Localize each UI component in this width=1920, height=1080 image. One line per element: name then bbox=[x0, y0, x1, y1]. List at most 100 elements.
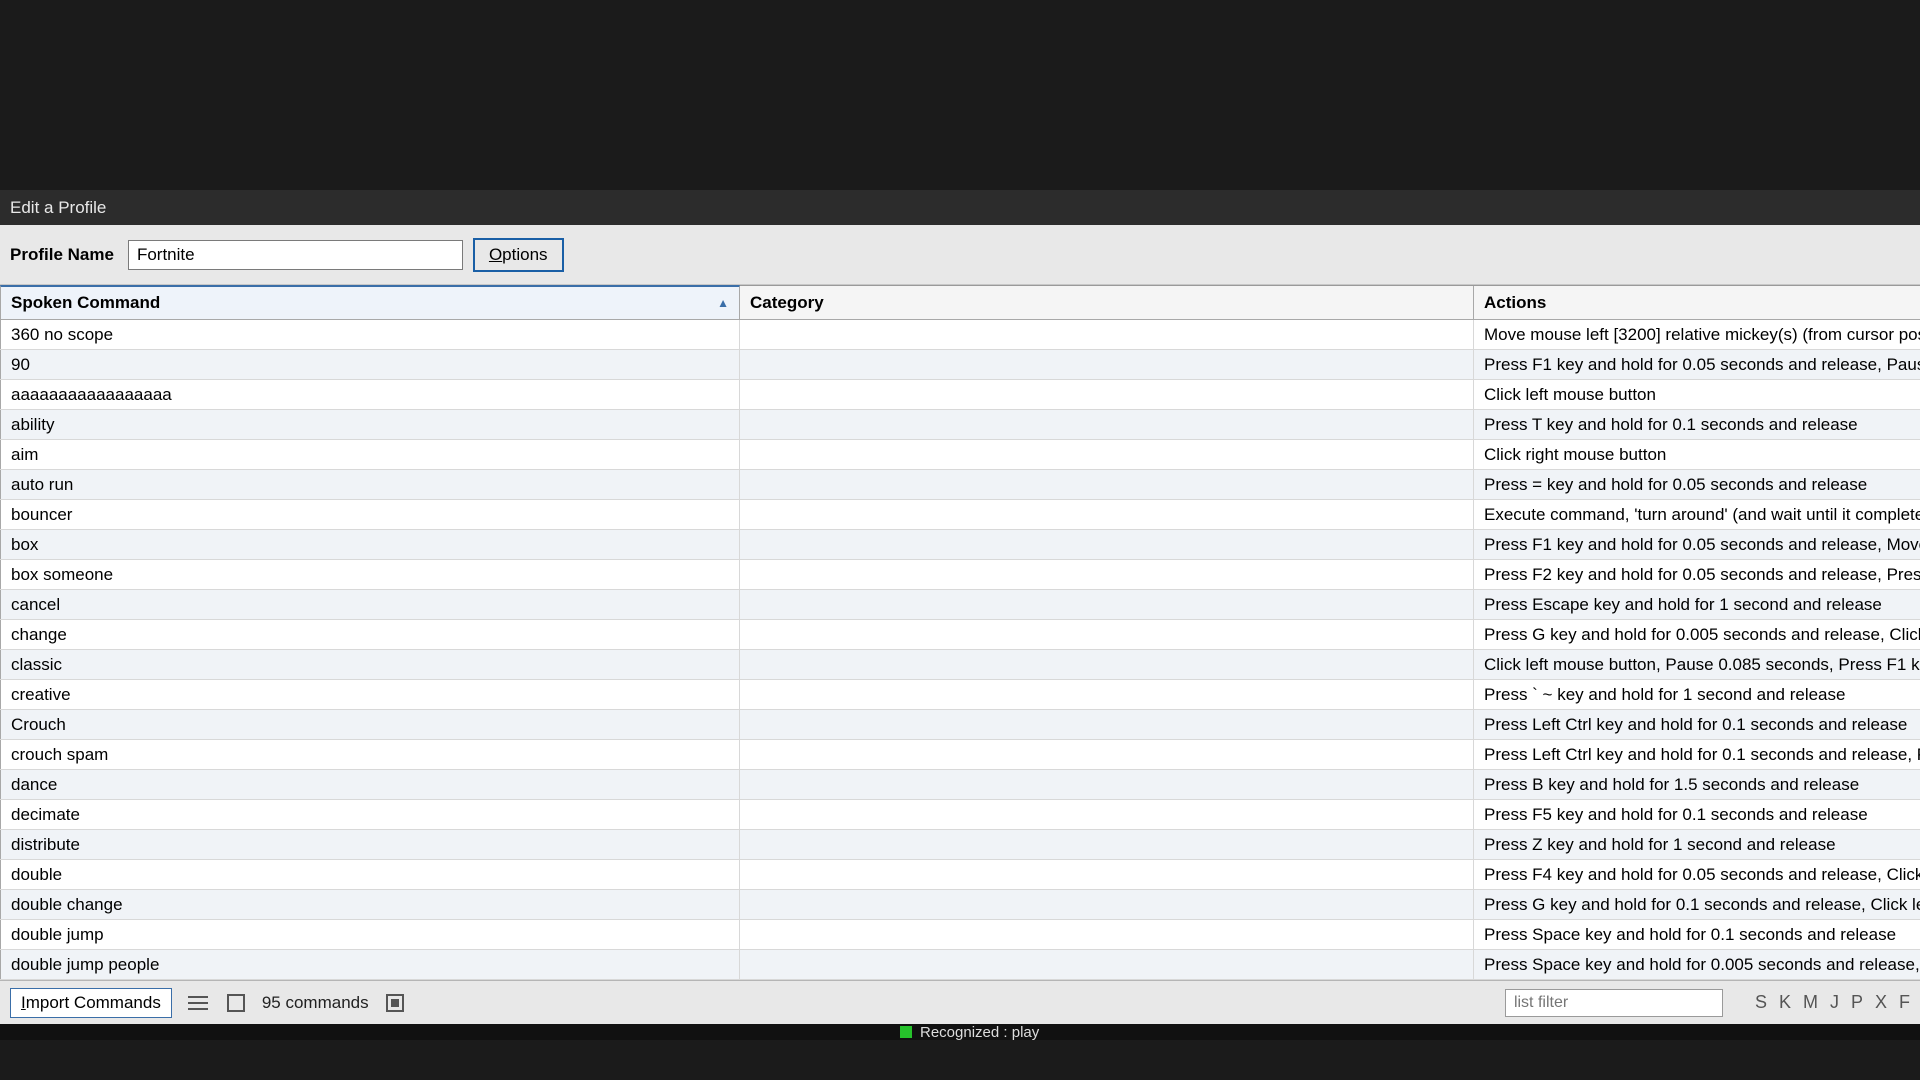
cell-category bbox=[740, 890, 1474, 919]
cell-category bbox=[740, 830, 1474, 859]
cell-spoken: Crouch bbox=[0, 710, 740, 739]
cell-actions: Press F5 key and hold for 0.1 seconds an… bbox=[1474, 800, 1920, 829]
table-row[interactable]: distributePress Z key and hold for 1 sec… bbox=[0, 830, 1920, 860]
window-title: Edit a Profile bbox=[10, 198, 106, 218]
table-row[interactable]: 90 Press F1 key and hold for 0.05 seconds… bbox=[0, 350, 1920, 380]
cell-spoken: change bbox=[0, 620, 740, 649]
cell-actions: Press = key and hold for 0.05 seconds an… bbox=[1474, 470, 1920, 499]
column-header-spoken-label: Spoken Command bbox=[11, 293, 160, 313]
cell-actions: Press Z key and hold for 1 second and re… bbox=[1474, 830, 1920, 859]
cell-category bbox=[740, 590, 1474, 619]
cell-spoken: cancel bbox=[0, 590, 740, 619]
recognition-active-icon bbox=[900, 1026, 912, 1038]
cell-actions: Press Space key and hold for 0.005 secon… bbox=[1474, 950, 1920, 979]
cell-category bbox=[740, 500, 1474, 529]
cell-category bbox=[740, 440, 1474, 469]
table-row[interactable]: double jumpPress Space key and hold for … bbox=[0, 920, 1920, 950]
options-mnemonic: O bbox=[489, 245, 502, 264]
letter-filter[interactable]: K bbox=[1779, 992, 1791, 1013]
import-commands-button[interactable]: Import Commands bbox=[10, 988, 172, 1018]
cell-actions: Press F2 key and hold for 0.05 seconds a… bbox=[1474, 560, 1920, 589]
stop-icon[interactable] bbox=[383, 991, 407, 1015]
letter-filter[interactable]: M bbox=[1803, 992, 1818, 1013]
cell-actions: Press G key and hold for 0.1 seconds and… bbox=[1474, 890, 1920, 919]
cell-spoken: double bbox=[0, 860, 740, 889]
letter-filter[interactable]: F bbox=[1899, 992, 1910, 1013]
profile-toolbar: Profile Name Options bbox=[0, 225, 1920, 285]
cell-spoken: bouncer bbox=[0, 500, 740, 529]
table-row[interactable]: bouncerExecute command, 'turn around' (a… bbox=[0, 500, 1920, 530]
cell-category bbox=[740, 380, 1474, 409]
cell-actions: Press Escape key and hold for 1 second a… bbox=[1474, 590, 1920, 619]
table-row[interactable]: decimatePress F5 key and hold for 0.1 se… bbox=[0, 800, 1920, 830]
table-row[interactable]: aaaaaaaaaaaaaaaaa Click left mouse button bbox=[0, 380, 1920, 410]
cell-category bbox=[740, 950, 1474, 979]
column-header-spoken[interactable]: Spoken Command ▲ bbox=[0, 285, 740, 319]
table-row[interactable]: auto run Press = key and hold for 0.05 se… bbox=[0, 470, 1920, 500]
list-filter-input[interactable] bbox=[1505, 989, 1723, 1017]
cell-category bbox=[740, 740, 1474, 769]
list-view-icon[interactable] bbox=[186, 991, 210, 1015]
cell-spoken: dance bbox=[0, 770, 740, 799]
column-header-actions[interactable]: Actions bbox=[1474, 286, 1920, 319]
profile-name-label: Profile Name bbox=[10, 245, 114, 265]
cell-spoken: aaaaaaaaaaaaaaaaa bbox=[0, 380, 740, 409]
letter-filter[interactable]: J bbox=[1830, 992, 1839, 1013]
table-row[interactable]: crouch spam Press Left Ctrl key and hold … bbox=[0, 740, 1920, 770]
cell-actions: Move mouse left [3200] relative mickey(s… bbox=[1474, 320, 1920, 349]
cell-spoken: crouch spam bbox=[0, 740, 740, 769]
cell-category bbox=[740, 920, 1474, 949]
table-row[interactable]: Crouch Press Left Ctrl key and hold for 0… bbox=[0, 710, 1920, 740]
recognized-status: Recognized : play bbox=[920, 1024, 1039, 1040]
cell-actions: Press G key and hold for 0.005 seconds a… bbox=[1474, 620, 1920, 649]
column-header-category[interactable]: Category bbox=[740, 286, 1474, 319]
cell-actions: Press F4 key and hold for 0.05 seconds a… bbox=[1474, 860, 1920, 889]
cell-actions: Click left mouse button bbox=[1474, 380, 1920, 409]
table-row[interactable]: double Press F4 key and hold for 0.05 sec… bbox=[0, 860, 1920, 890]
cell-actions: Press ` ~ key and hold for 1 second and … bbox=[1474, 680, 1920, 709]
profile-name-input[interactable] bbox=[128, 240, 463, 270]
letter-filter[interactable]: S bbox=[1755, 992, 1767, 1013]
cell-category bbox=[740, 650, 1474, 679]
cell-spoken: 90 bbox=[0, 350, 740, 379]
cell-spoken: ability bbox=[0, 410, 740, 439]
cell-actions: Press Space key and hold for 0.1 seconds… bbox=[1474, 920, 1920, 949]
grid-body: 360 no scopeMove mouse left [3200] relat… bbox=[0, 320, 1920, 980]
cell-actions: Press Left Ctrl key and hold for 0.1 sec… bbox=[1474, 740, 1920, 769]
table-row[interactable]: creativePress ` ~ key and hold for 1 sec… bbox=[0, 680, 1920, 710]
table-row[interactable]: 360 no scopeMove mouse left [3200] relat… bbox=[0, 320, 1920, 350]
cell-category bbox=[740, 680, 1474, 709]
letter-filter[interactable]: X bbox=[1875, 992, 1887, 1013]
checkbox-icon[interactable] bbox=[224, 991, 248, 1015]
table-row[interactable]: cancel Press Escape key and hold for 1 se… bbox=[0, 590, 1920, 620]
column-header-category-label: Category bbox=[750, 293, 824, 313]
cell-actions: Press B key and hold for 1.5 seconds and… bbox=[1474, 770, 1920, 799]
cell-spoken: auto run bbox=[0, 470, 740, 499]
cell-actions: Click left mouse button, Pause 0.085 sec… bbox=[1474, 650, 1920, 679]
cell-category bbox=[740, 410, 1474, 439]
table-row[interactable]: classicClick left mouse button, Pause 0.… bbox=[0, 650, 1920, 680]
table-row[interactable]: change Press G key and hold for 0.005 sec… bbox=[0, 620, 1920, 650]
cell-category bbox=[740, 530, 1474, 559]
table-row[interactable]: ability Press T key and hold for 0.1 seco… bbox=[0, 410, 1920, 440]
cell-category bbox=[740, 860, 1474, 889]
table-row[interactable]: double jump peoplePress Space key and ho… bbox=[0, 950, 1920, 980]
cell-category bbox=[740, 800, 1474, 829]
letter-filter[interactable]: P bbox=[1851, 992, 1863, 1013]
cell-category bbox=[740, 710, 1474, 739]
cell-spoken: box someone bbox=[0, 560, 740, 589]
import-label-rest: mport Commands bbox=[26, 993, 161, 1012]
table-row[interactable]: boxPress F1 key and hold for 0.05 second… bbox=[0, 530, 1920, 560]
table-row[interactable]: double changePress G key and hold for 0.… bbox=[0, 890, 1920, 920]
sort-ascending-icon: ▲ bbox=[717, 296, 729, 310]
cell-actions: Press Left Ctrl key and hold for 0.1 sec… bbox=[1474, 710, 1920, 739]
letter-filter-row: SKMJPXF bbox=[1755, 992, 1910, 1013]
options-button[interactable]: Options bbox=[473, 238, 564, 272]
table-row[interactable]: aimClick right mouse button bbox=[0, 440, 1920, 470]
command-count: 95 commands bbox=[262, 993, 369, 1013]
app-header-space bbox=[0, 0, 1920, 190]
table-row[interactable]: box someone Press F2 key and hold for 0.0… bbox=[0, 560, 1920, 590]
table-row[interactable]: dance Press B key and hold for 1.5 second… bbox=[0, 770, 1920, 800]
cell-actions: Press F1 key and hold for 0.05 seconds a… bbox=[1474, 350, 1920, 379]
cell-actions: Press T key and hold for 0.1 seconds and… bbox=[1474, 410, 1920, 439]
